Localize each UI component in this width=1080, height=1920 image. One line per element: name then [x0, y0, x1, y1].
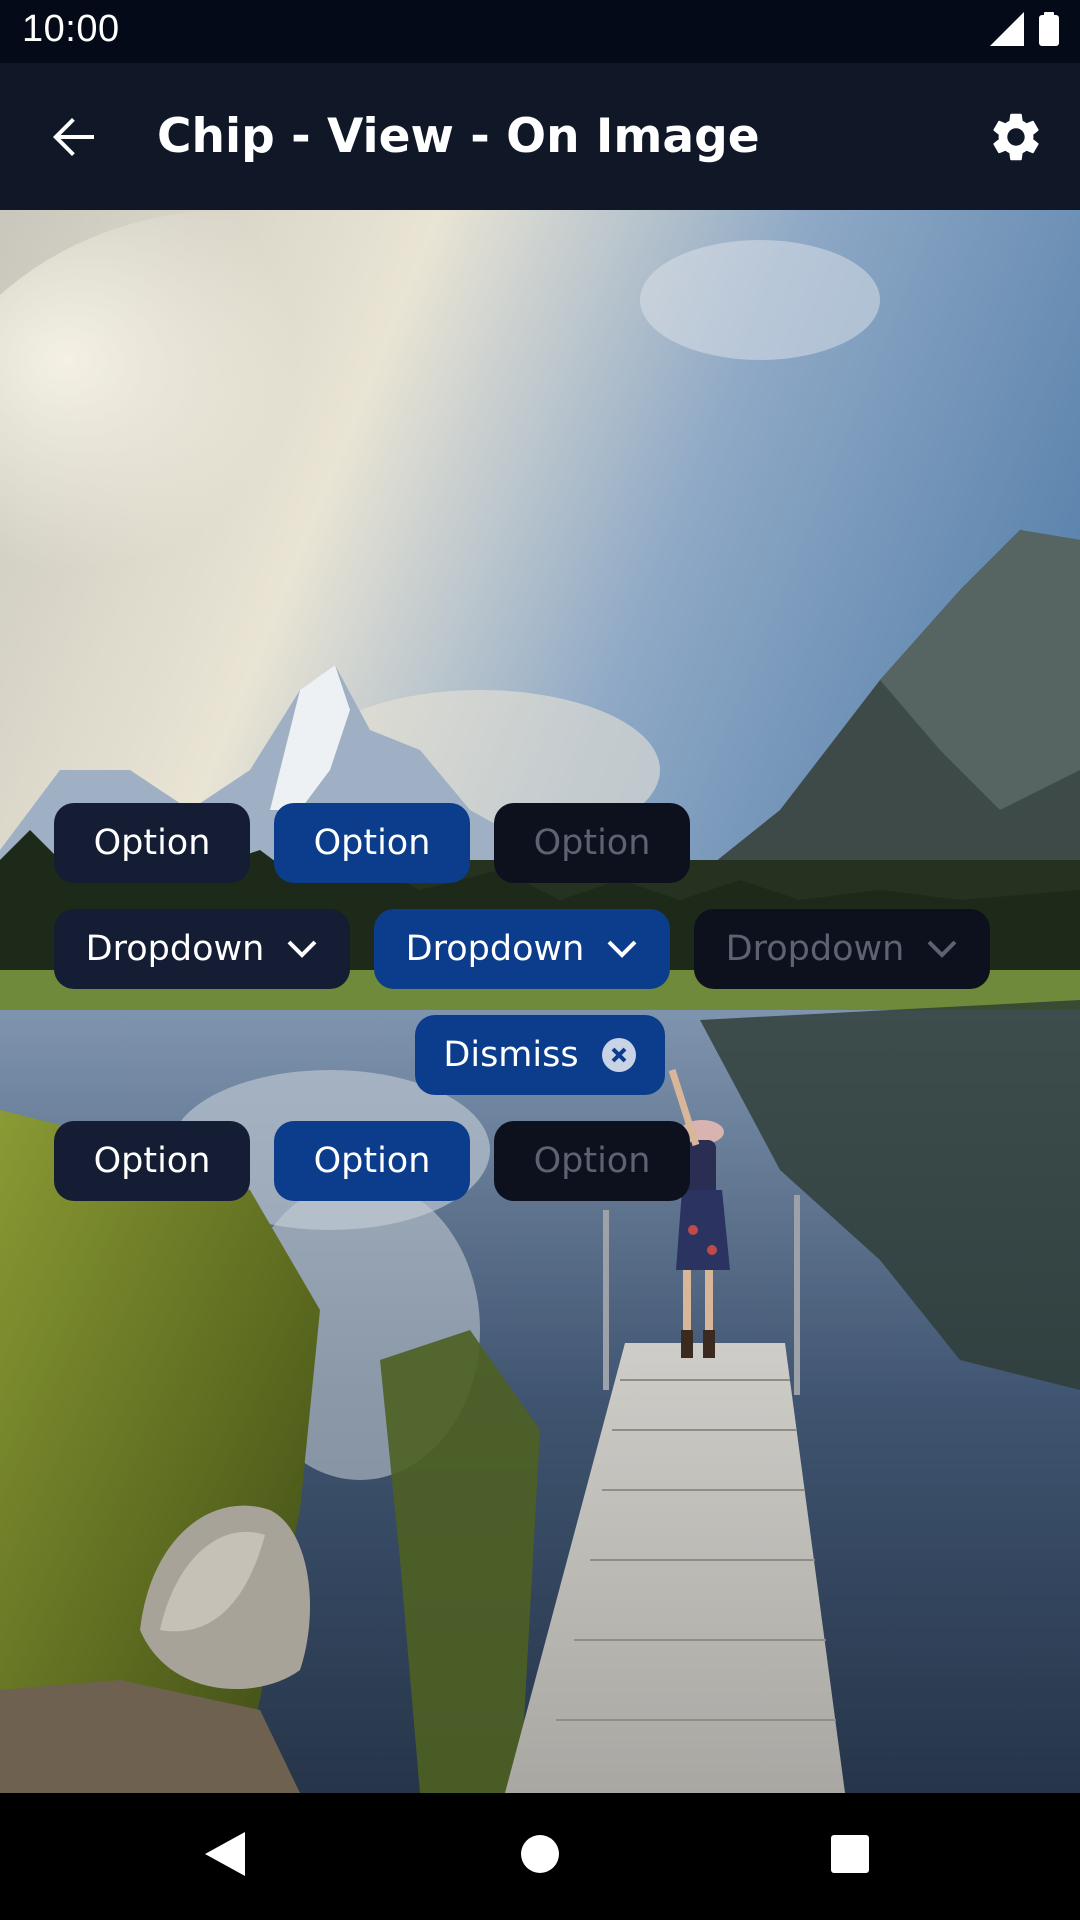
chip-label: Option	[313, 823, 431, 863]
arrow-back-icon	[50, 113, 98, 165]
status-icons	[990, 12, 1060, 50]
nav-back-icon	[203, 1830, 247, 1882]
nav-recents-button[interactable]	[815, 1821, 885, 1891]
page-title: Chip - View - On Image	[157, 109, 760, 164]
close-circle-icon[interactable]	[601, 1037, 637, 1073]
chip-label: Dropdown	[405, 929, 585, 969]
settings-button[interactable]	[976, 99, 1056, 179]
dismiss-chip[interactable]: Dismiss	[415, 1015, 665, 1095]
chevron-down-icon	[926, 939, 958, 959]
option-chip-default[interactable]: Option	[54, 803, 250, 883]
background-image-area: Option Option Option Dropdown Dropdown D…	[0, 210, 1080, 1793]
signal-icon	[990, 12, 1024, 50]
chip-label: Dropdown	[725, 929, 905, 969]
chevron-down-icon	[606, 939, 638, 959]
chip-label: Option	[93, 1141, 211, 1181]
nav-back-button[interactable]	[190, 1821, 260, 1891]
chip-label: Option	[533, 823, 651, 863]
option-chip-disabled: Option	[494, 803, 690, 883]
nav-home-button[interactable]	[505, 1821, 575, 1891]
chevron-down-icon	[286, 939, 318, 959]
option-chip-selected[interactable]: Option	[274, 803, 470, 883]
dropdown-chip-disabled: Dropdown	[694, 909, 990, 989]
option-chip-disabled: Option	[494, 1121, 690, 1201]
gear-icon	[987, 108, 1045, 170]
dropdown-chip-default[interactable]: Dropdown	[54, 909, 350, 989]
landscape-image	[0, 210, 1080, 1793]
option-chip-selected[interactable]: Option	[274, 1121, 470, 1201]
chip-label: Dropdown	[85, 929, 265, 969]
system-nav-bar	[0, 1793, 1080, 1920]
chip-label: Dismiss	[443, 1035, 579, 1075]
dropdown-chip-selected[interactable]: Dropdown	[374, 909, 670, 989]
chip-label: Option	[93, 823, 211, 863]
app-bar: Chip - View - On Image	[0, 63, 1080, 210]
chip-label: Option	[313, 1141, 431, 1181]
chip-label: Option	[533, 1141, 651, 1181]
nav-recents-icon	[830, 1834, 870, 1878]
status-bar: 10:00	[0, 0, 1080, 63]
option-chip-default[interactable]: Option	[54, 1121, 250, 1201]
back-button[interactable]	[38, 103, 110, 175]
status-time: 10:00	[22, 8, 120, 50]
battery-icon	[1038, 12, 1060, 50]
nav-home-icon	[520, 1834, 560, 1878]
